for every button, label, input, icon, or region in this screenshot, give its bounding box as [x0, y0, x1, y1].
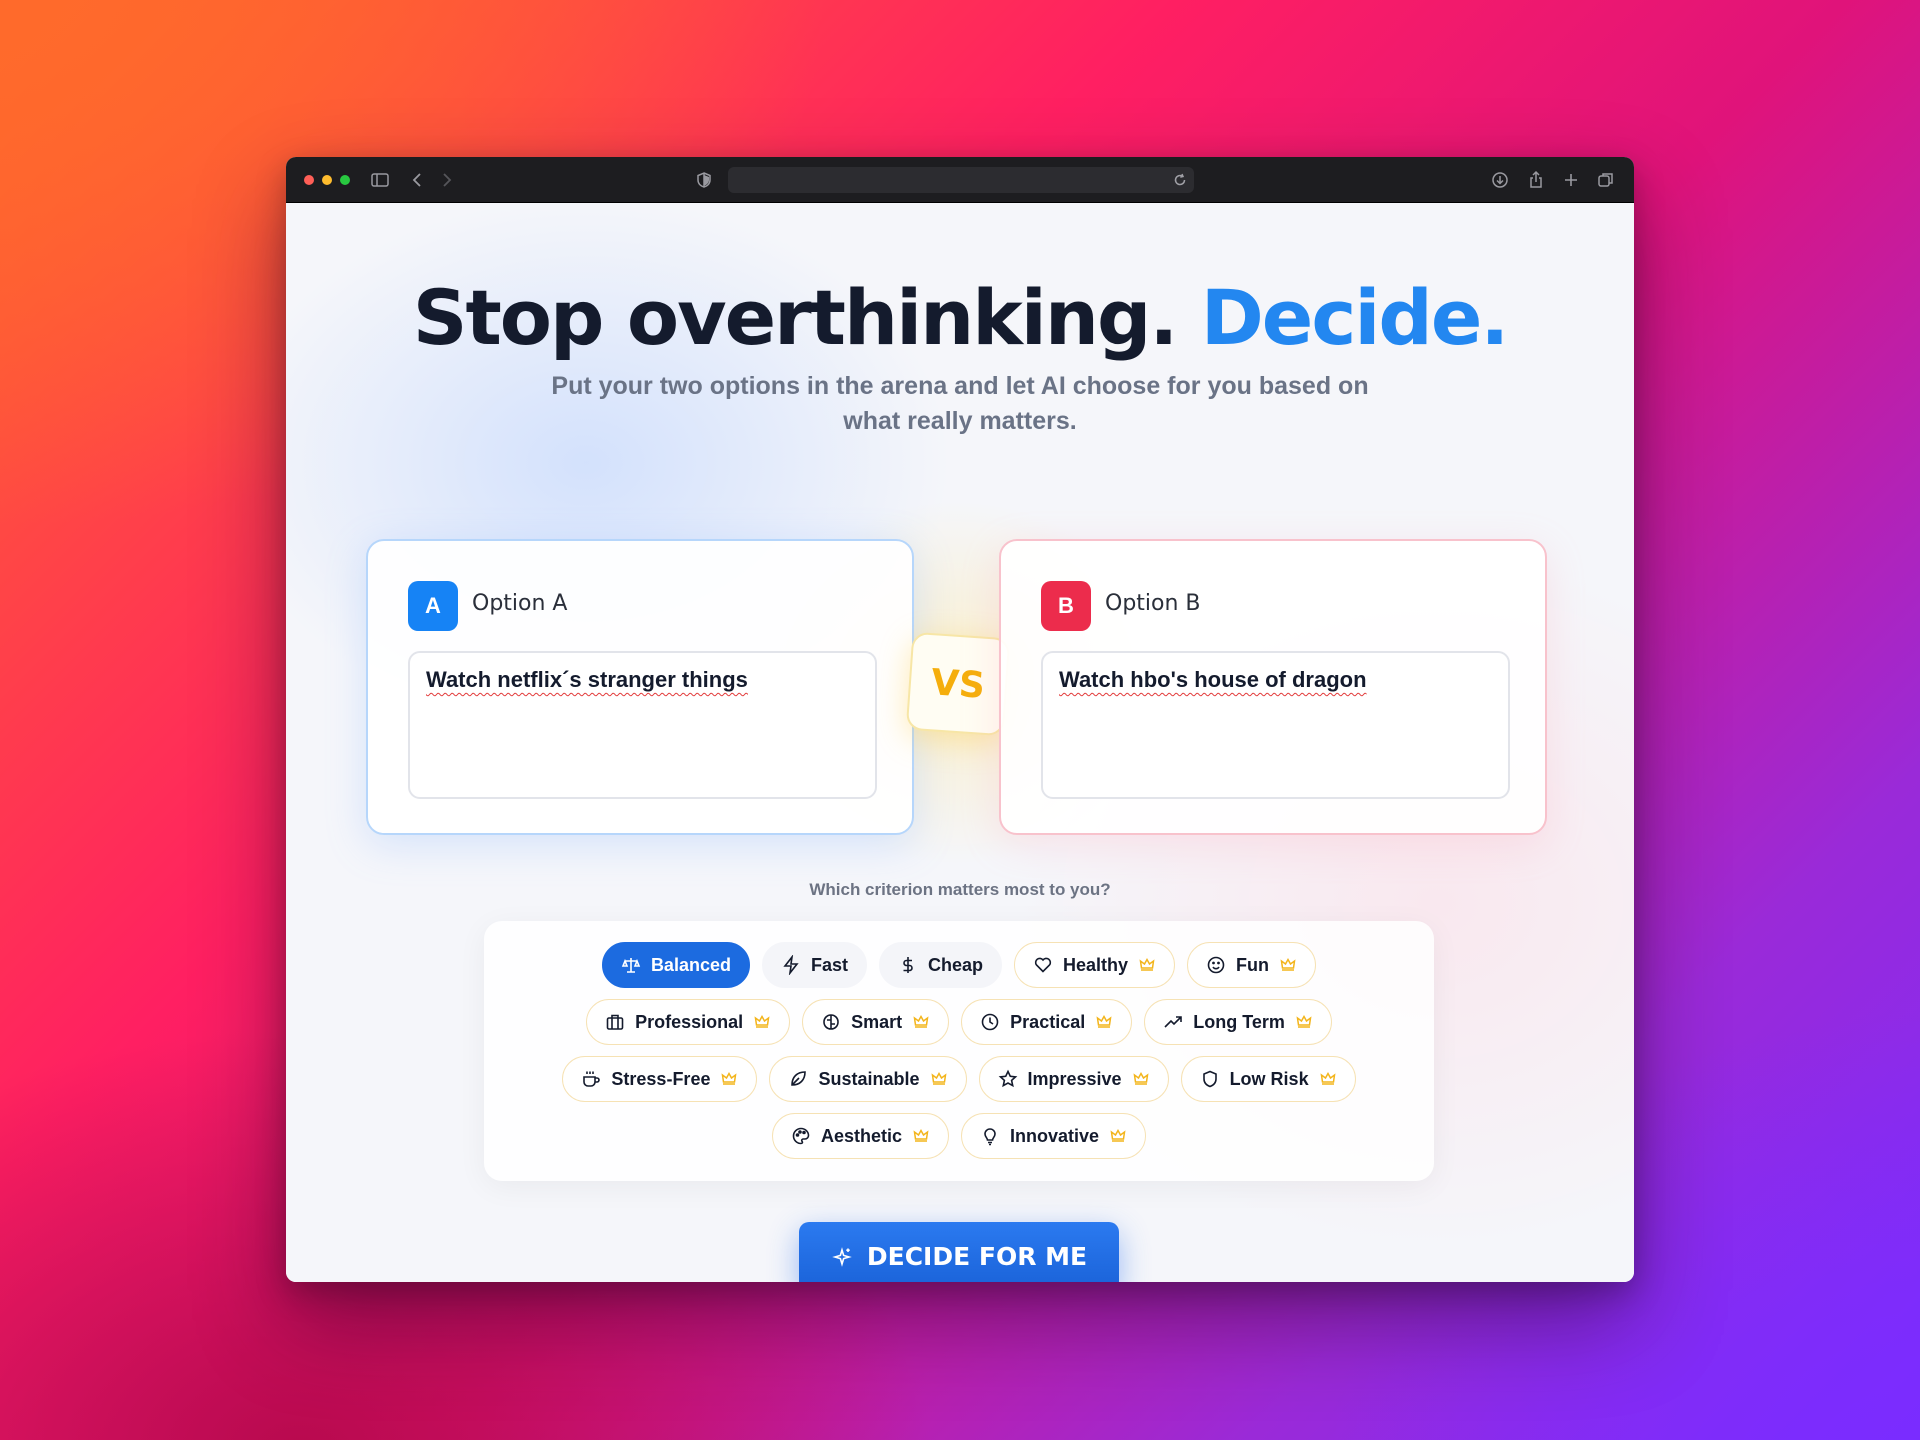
decide-button-label: DECIDE FOR ME [866, 1242, 1088, 1271]
lightbulb-icon [980, 1126, 1000, 1146]
star-icon [998, 1069, 1018, 1089]
criterion-healthy[interactable]: Healthy [1014, 942, 1176, 988]
privacy-shield-icon[interactable] [694, 170, 714, 190]
criterion-label: Long Term [1193, 1011, 1285, 1032]
criterion-label: Healthy [1063, 954, 1129, 975]
criterion-label: Fast [810, 954, 848, 975]
criterion-fun[interactable]: Fun [1187, 942, 1317, 988]
page-title: Stop overthinking. Decide. [286, 273, 1634, 362]
criterion-label: Innovative [1010, 1125, 1100, 1146]
criteria-row: Stress-Free Sustainable Impressive Low R… [484, 1056, 1434, 1102]
option-b-label: Option B [1105, 591, 1201, 616]
crown-icon [1138, 956, 1156, 974]
minimize-window-button[interactable] [322, 175, 332, 185]
criteria-panel: Balanced Fast Cheap Healthy Fun Professi… [484, 921, 1434, 1181]
vs-badge: VS [905, 631, 1011, 737]
criterion-long-term[interactable]: Long Term [1144, 999, 1332, 1045]
tab-overview-icon[interactable] [1596, 170, 1616, 190]
share-icon[interactable] [1526, 170, 1546, 190]
crown-icon [1279, 956, 1297, 974]
page-subtitle: Put your two options in the arena and le… [551, 372, 1369, 435]
crown-icon [753, 1013, 771, 1031]
option-a-input[interactable]: Watch netflix´s stranger things [408, 651, 877, 799]
criterion-label: Practical [1010, 1011, 1086, 1032]
criterion-label: Stress-Free [611, 1068, 711, 1089]
criterion-cheap[interactable]: Cheap [879, 942, 1003, 988]
criterion-sustainable[interactable]: Sustainable [769, 1056, 967, 1102]
leaf-icon [788, 1069, 808, 1089]
decide-for-me-button[interactable]: DECIDE FOR ME [799, 1222, 1119, 1282]
criterion-balanced[interactable]: Balanced [601, 942, 750, 988]
briefcase-icon [605, 1012, 625, 1032]
criterion-label: Aesthetic [820, 1125, 902, 1146]
option-a-card: A Option A Watch netflix´s stranger thin… [366, 539, 914, 835]
crown-icon [912, 1013, 930, 1031]
criterion-practical[interactable]: Practical [961, 999, 1133, 1045]
criterion-fast[interactable]: Fast [761, 942, 867, 988]
option-a-badge: A [408, 581, 458, 631]
criterion-professional[interactable]: Professional [586, 999, 791, 1045]
crown-icon [1295, 1013, 1313, 1031]
criterion-innovative[interactable]: Innovative [961, 1113, 1147, 1159]
browser-window: Stop overthinking. Decide. Put your two … [286, 157, 1634, 1282]
criterion-label: Impressive [1027, 1068, 1122, 1089]
crown-icon [1319, 1070, 1337, 1088]
title-main: Stop overthinking. [412, 273, 1178, 362]
heart-icon [1033, 955, 1053, 975]
sparkles-icon [831, 1246, 853, 1268]
coffee-icon [581, 1069, 601, 1089]
criterion-label: Low Risk [1229, 1068, 1309, 1089]
new-tab-icon[interactable] [1561, 170, 1581, 190]
reload-icon[interactable] [1172, 172, 1188, 188]
criterion-label: Balanced [650, 954, 731, 975]
criterion-smart[interactable]: Smart [802, 999, 950, 1045]
sidebar-toggle-icon[interactable] [370, 170, 390, 190]
criteria-row: Aesthetic Innovative [484, 1113, 1434, 1159]
clock-icon [980, 1012, 1000, 1032]
dollar-icon [898, 955, 918, 975]
crown-icon [1132, 1070, 1150, 1088]
shield-icon [1200, 1069, 1220, 1089]
criterion-label: Sustainable [818, 1068, 920, 1089]
crown-icon [1095, 1013, 1113, 1031]
option-a-label: Option A [472, 591, 568, 616]
crown-icon [720, 1070, 738, 1088]
criterion-stress-free[interactable]: Stress-Free [562, 1056, 758, 1102]
criteria-row: Balanced Fast Cheap Healthy Fun [484, 942, 1434, 988]
criterion-label: Professional [635, 1011, 744, 1032]
criterion-impressive[interactable]: Impressive [978, 1056, 1169, 1102]
crown-icon [930, 1070, 948, 1088]
criterion-low-risk[interactable]: Low Risk [1180, 1056, 1356, 1102]
browser-toolbar [286, 157, 1634, 203]
criteria-question: Which criterion matters most to you? [809, 880, 1111, 899]
option-b-badge: B [1041, 581, 1091, 631]
maximize-window-button[interactable] [340, 175, 350, 185]
brain-icon [821, 1012, 841, 1032]
criterion-label: Fun [1236, 954, 1270, 975]
trending-up-icon [1163, 1012, 1183, 1032]
download-icon[interactable] [1490, 170, 1510, 190]
crown-icon [1109, 1127, 1127, 1145]
bolt-icon [781, 955, 801, 975]
crown-icon [912, 1127, 930, 1145]
criterion-aesthetic[interactable]: Aesthetic [771, 1113, 949, 1159]
back-icon[interactable] [408, 170, 428, 190]
scale-icon [621, 955, 641, 975]
option-b-card: B Option B Watch hbo's house of dragon [999, 539, 1547, 835]
title-accent: Decide. [1200, 273, 1510, 362]
forward-icon[interactable] [436, 170, 456, 190]
criterion-label: Cheap [928, 954, 984, 975]
page-content: Stop overthinking. Decide. Put your two … [286, 203, 1634, 1282]
smile-icon [1206, 955, 1226, 975]
address-bar[interactable] [728, 167, 1194, 193]
criteria-row: Professional Smart Practical Long Term [484, 999, 1434, 1045]
option-b-input[interactable]: Watch hbo's house of dragon [1041, 651, 1510, 799]
criterion-label: Smart [851, 1011, 903, 1032]
palette-icon [791, 1126, 811, 1146]
close-window-button[interactable] [304, 175, 314, 185]
